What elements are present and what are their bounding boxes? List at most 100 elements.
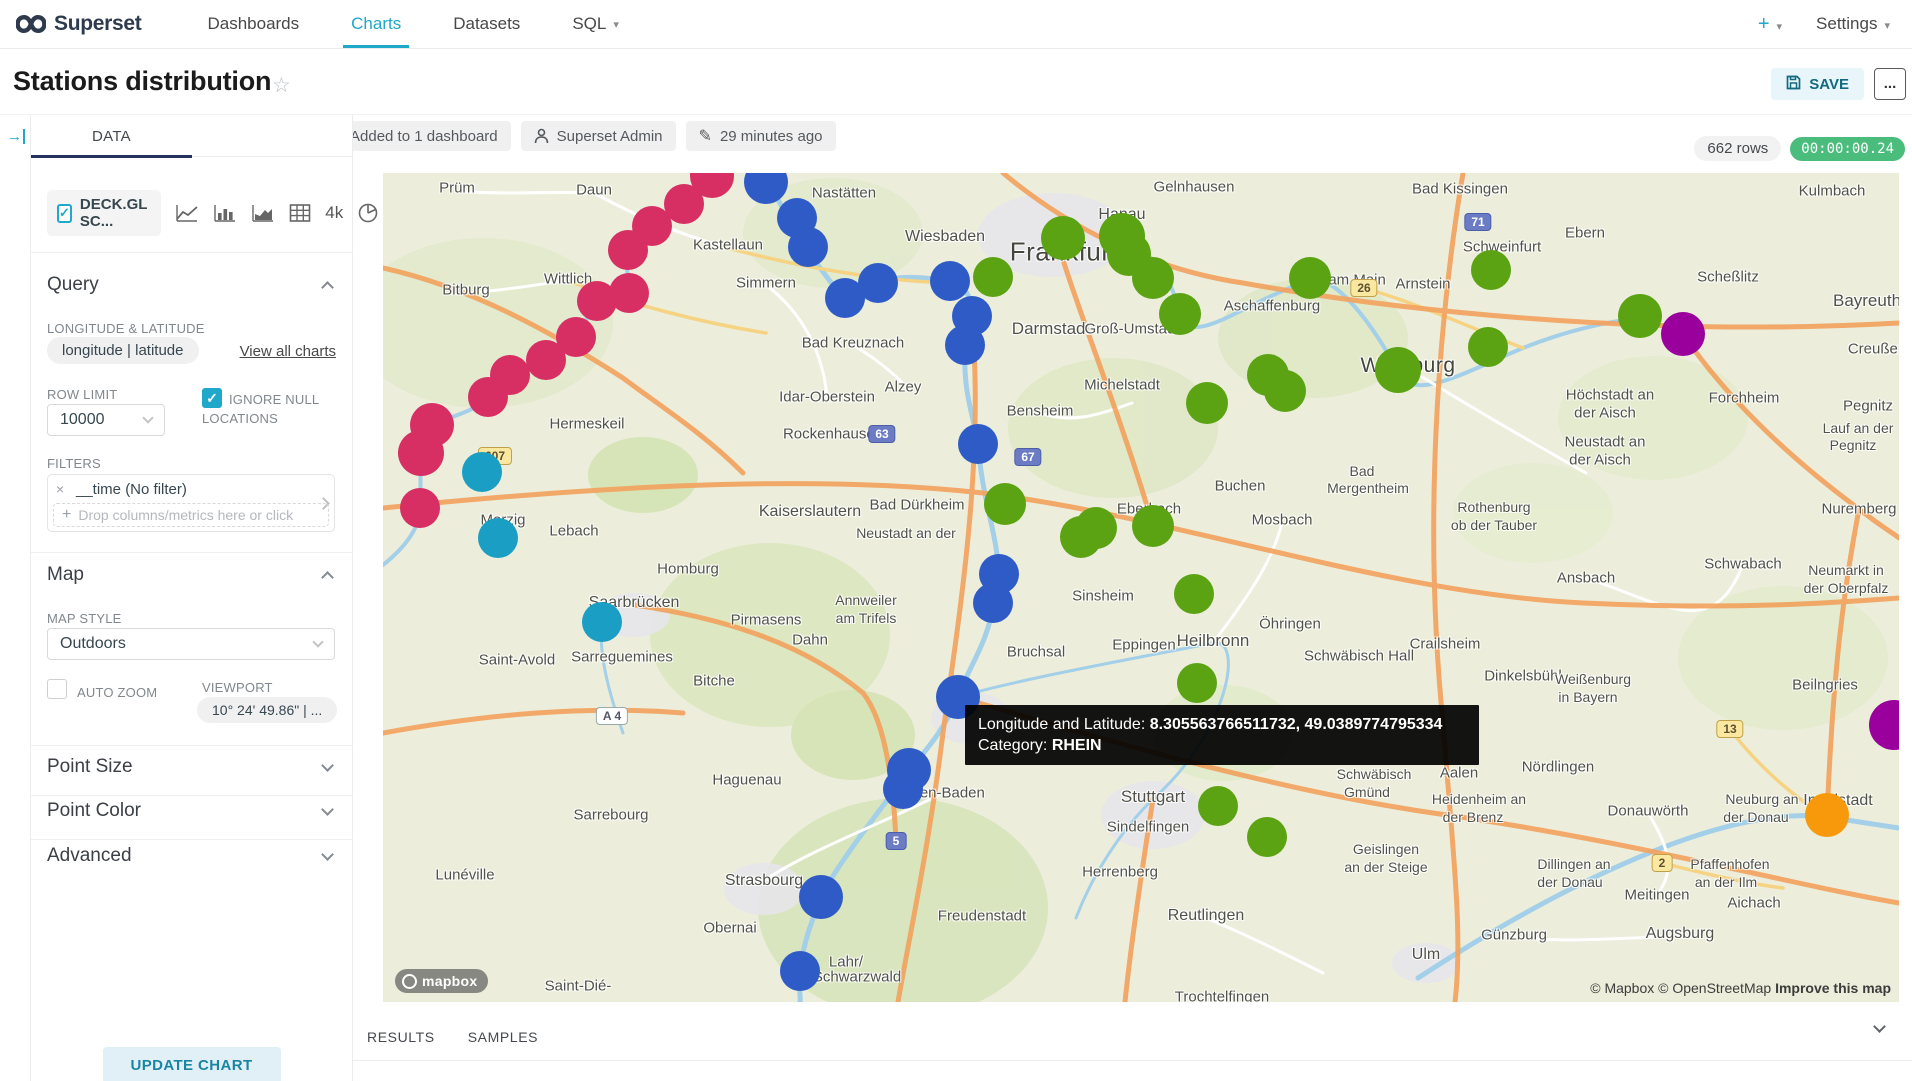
station-point[interactable] [930, 261, 970, 301]
station-point[interactable] [1471, 250, 1511, 290]
station-point[interactable] [1375, 347, 1421, 393]
station-point[interactable] [400, 488, 440, 528]
filter-drop-zone[interactable]: + Drop columns/metrics here or click [53, 503, 329, 527]
owner-badge[interactable]: Superset Admin [521, 121, 676, 151]
station-point[interactable] [1075, 507, 1117, 549]
station-point[interactable] [398, 430, 444, 476]
area-chart-icon[interactable] [251, 203, 275, 223]
expand-datasource-icon[interactable]: → [7, 129, 25, 144]
station-point[interactable] [577, 281, 617, 321]
nav-datasets[interactable]: Datasets [427, 0, 546, 48]
station-point[interactable] [973, 583, 1013, 623]
station-point[interactable] [1041, 216, 1085, 260]
point-color-expand-icon[interactable] [321, 803, 334, 816]
tab-data[interactable]: DATA [31, 115, 192, 157]
station-point[interactable] [1186, 382, 1228, 424]
tab-results[interactable]: RESULTS [367, 1029, 435, 1045]
viz-type-chip[interactable]: ✓ DECK.GL SC... [47, 190, 161, 236]
ignore-null-checkbox[interactable]: ✓ [202, 388, 222, 408]
tab-samples[interactable]: SAMPLES [468, 1029, 538, 1045]
point-color-section[interactable]: Point Color [47, 800, 141, 822]
station-point[interactable] [582, 602, 622, 642]
row-limit-select[interactable]: 10000 [47, 404, 165, 436]
update-chart-button[interactable]: UPDATE CHART [102, 1047, 280, 1081]
station-point[interactable] [1468, 327, 1508, 367]
map-style-select[interactable]: Outdoors [47, 628, 335, 660]
view-all-charts-link[interactable]: View all charts [240, 343, 336, 360]
station-point[interactable] [1198, 786, 1238, 826]
deckgl-map[interactable]: PrümDaunNastättenGelnhausenBad Kissingen… [383, 173, 1899, 1002]
osm-attribution-link[interactable]: © OpenStreetMap [1658, 980, 1775, 996]
station-point[interactable] [1661, 312, 1705, 356]
map-city-label: Pirmasens [731, 612, 802, 629]
superset-logo[interactable]: Superset [16, 12, 141, 36]
station-point[interactable] [1174, 574, 1214, 614]
mapbox-attribution-link[interactable]: © Mapbox [1590, 980, 1658, 996]
query-collapse-icon[interactable] [321, 281, 334, 294]
station-point[interactable] [958, 424, 998, 464]
favorite-star-icon[interactable]: ☆ [272, 73, 291, 98]
station-point[interactable] [468, 377, 508, 417]
station-point[interactable] [973, 257, 1013, 297]
station-point[interactable] [788, 227, 828, 267]
advanced-expand-icon[interactable] [321, 848, 334, 861]
mapbox-logo[interactable]: mapbox [395, 969, 488, 993]
station-point[interactable] [462, 452, 502, 492]
map-city-label: in Bayern [1558, 689, 1617, 705]
improve-map-link[interactable]: Improve this map [1775, 980, 1891, 996]
road-shield: 67 [1014, 448, 1041, 466]
last-modified-badge[interactable]: ✎ 29 minutes ago [686, 121, 836, 151]
advanced-section[interactable]: Advanced [47, 845, 132, 867]
save-button[interactable]: SAVE [1771, 68, 1864, 100]
lonlat-chip[interactable]: longitude | latitude [47, 337, 199, 364]
station-point[interactable] [858, 263, 898, 303]
nav-items: Dashboards Charts Datasets SQL▾ [181, 0, 644, 48]
settings-menu[interactable]: Settings▾ [1816, 14, 1890, 34]
station-point[interactable] [1132, 257, 1174, 299]
point-size-section[interactable]: Point Size [47, 756, 133, 778]
viewport-chip[interactable]: 10° 24' 49.86" | ... [197, 697, 337, 723]
save-disk-icon [1786, 75, 1801, 94]
station-point[interactable] [1177, 663, 1217, 703]
station-point[interactable] [883, 769, 923, 809]
station-point[interactable] [608, 230, 648, 270]
table-icon[interactable] [289, 203, 311, 223]
map-city-label: Bad Kissingen [1412, 181, 1508, 198]
nav-sql[interactable]: SQL▾ [546, 0, 645, 48]
station-point[interactable] [984, 483, 1026, 525]
station-point[interactable] [780, 951, 820, 991]
nav-charts[interactable]: Charts [325, 0, 427, 48]
station-point[interactable] [1159, 293, 1201, 335]
station-point[interactable] [1132, 505, 1174, 547]
time-filter-chip[interactable]: × __time (No filter) [48, 475, 334, 503]
new-item-button[interactable]: +▾ [1758, 13, 1782, 36]
bar-chart-icon[interactable] [213, 203, 237, 223]
station-point[interactable] [526, 340, 566, 380]
point-size-expand-icon[interactable] [321, 759, 334, 772]
pie-chart-icon[interactable] [357, 202, 379, 224]
line-chart-icon[interactable] [175, 203, 199, 223]
station-point[interactable] [1805, 793, 1849, 837]
map-section-title[interactable]: Map [47, 564, 84, 586]
station-point[interactable] [945, 325, 985, 365]
station-point[interactable] [1247, 817, 1287, 857]
big-number-icon[interactable]: 4k [325, 203, 343, 223]
auto-zoom-checkbox[interactable] [47, 679, 67, 699]
nav-dashboards[interactable]: Dashboards [181, 0, 325, 48]
results-collapse-button[interactable] [1875, 1018, 1884, 1036]
remove-filter-icon[interactable]: × [56, 481, 76, 497]
map-city-label: an der Ilm [1695, 874, 1757, 890]
map-city-label: Crailsheim [1410, 636, 1481, 653]
station-point[interactable] [1289, 257, 1331, 299]
station-point[interactable] [1264, 370, 1306, 412]
map-city-label: Sinsheim [1072, 588, 1134, 605]
station-point[interactable] [478, 518, 518, 558]
map-collapse-icon[interactable] [321, 571, 334, 584]
more-options-button[interactable]: ... [1874, 68, 1906, 100]
station-point[interactable] [1618, 294, 1662, 338]
map-city-label: Lauf an der [1823, 420, 1894, 436]
station-point[interactable] [799, 875, 843, 919]
map-city-label: Heidenheim an [1432, 791, 1526, 807]
query-section-title[interactable]: Query [47, 274, 99, 296]
filters-box: × __time (No filter) + Drop columns/metr… [47, 474, 335, 532]
